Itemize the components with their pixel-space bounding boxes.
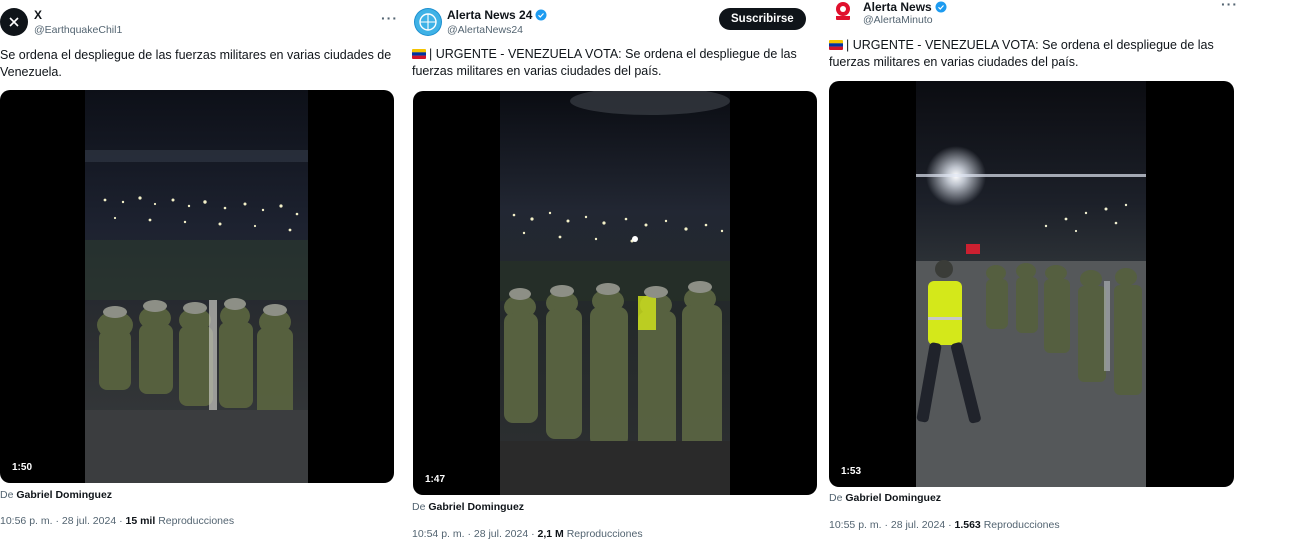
tweet-meta: 10:55 p. m. · 28 jul. 2024 · 1.563 Repro… bbox=[829, 519, 1060, 531]
video-duration: 1:47 bbox=[421, 472, 450, 487]
tweet-text: | URGENTE - VENEZUELA VOTA: Se ordena el… bbox=[829, 37, 1229, 71]
author-handle[interactable]: @AlertaMinuto bbox=[863, 14, 933, 26]
view-count: 15 mil bbox=[125, 515, 156, 527]
venezuela-flag-icon bbox=[829, 40, 843, 50]
attribution-author[interactable]: Gabriel Dominguez bbox=[16, 489, 112, 501]
avatar[interactable] bbox=[0, 8, 28, 36]
tweet-timestamp[interactable]: 10:56 p. m. · 28 jul. 2024 · bbox=[0, 515, 123, 527]
subscribe-button[interactable]: Suscribirse bbox=[719, 8, 806, 30]
view-label: Reproducciones bbox=[566, 528, 643, 540]
tweet-card-3: Alerta News @AlertaMinuto ··· | URGENTE … bbox=[824, 0, 1240, 552]
view-count: 2,1 M bbox=[537, 528, 564, 540]
tweet-header: Alerta News @AlertaMinuto ··· bbox=[824, 0, 1240, 40]
tweet-text: Se ordena el despliegue de las fuerzas m… bbox=[0, 48, 392, 79]
author-handle[interactable]: @EarthquakeChil1 bbox=[34, 24, 122, 36]
attribution-author[interactable]: Gabriel Dominguez bbox=[428, 501, 524, 513]
alerta-logo-icon bbox=[836, 2, 850, 20]
video-duration: 1:50 bbox=[8, 460, 37, 475]
attribution-prefix: De bbox=[0, 489, 14, 501]
venezuela-flag-icon bbox=[412, 49, 426, 59]
view-label: Reproducciones bbox=[158, 515, 235, 527]
author-handle[interactable]: @AlertaNews24 bbox=[447, 24, 523, 36]
avatar[interactable] bbox=[832, 0, 854, 22]
author-name[interactable]: Alerta News 24 bbox=[447, 8, 532, 22]
view-count: 1.563 bbox=[954, 519, 981, 531]
verified-badge-icon bbox=[535, 9, 547, 21]
video-frame bbox=[85, 90, 308, 483]
video-attribution: De Gabriel Dominguez bbox=[0, 489, 112, 501]
tweet-meta: 10:54 p. m. · 28 jul. 2024 · 2,1 M Repro… bbox=[412, 528, 643, 540]
tweet-card-2: Alerta News 24 @AlertaNews24 Suscribirse… bbox=[408, 0, 818, 552]
more-options-icon[interactable]: ··· bbox=[1221, 0, 1238, 11]
video-player[interactable]: 1:50 bbox=[0, 90, 394, 483]
tweet-card-1: X @EarthquakeChil1 ··· Se ordena el desp… bbox=[0, 0, 400, 552]
globe-logo-icon bbox=[415, 9, 441, 35]
attribution-prefix: De bbox=[412, 501, 426, 513]
attribution-author[interactable]: Gabriel Dominguez bbox=[845, 492, 941, 504]
video-duration: 1:53 bbox=[837, 464, 866, 479]
video-attribution: De Gabriel Dominguez bbox=[412, 501, 524, 513]
video-player[interactable]: 1:53 bbox=[829, 81, 1234, 487]
more-options-icon[interactable]: ··· bbox=[381, 11, 398, 25]
video-player[interactable]: 1:47 bbox=[413, 91, 817, 495]
video-thumbnail bbox=[85, 90, 308, 483]
tweet-meta: 10:56 p. m. · 28 jul. 2024 · 15 mil Repr… bbox=[0, 515, 234, 527]
tweet-text: | URGENTE - VENEZUELA VOTA: Se ordena el… bbox=[412, 46, 812, 80]
video-thumbnail bbox=[916, 81, 1146, 487]
view-label: Reproducciones bbox=[983, 519, 1060, 531]
tweet-text-body: | URGENTE - VENEZUELA VOTA: Se ordena el… bbox=[412, 47, 797, 78]
author-name[interactable]: X bbox=[34, 8, 42, 22]
tweet-timestamp[interactable]: 10:55 p. m. · 28 jul. 2024 · bbox=[829, 519, 952, 531]
video-frame bbox=[916, 81, 1146, 487]
attribution-prefix: De bbox=[829, 492, 843, 504]
video-frame bbox=[500, 91, 730, 495]
tweet-header: X @EarthquakeChil1 ··· bbox=[0, 8, 400, 48]
verified-badge-icon bbox=[935, 1, 947, 13]
tweet-text-body: | URGENTE - VENEZUELA VOTA: Se ordena el… bbox=[829, 38, 1214, 69]
video-thumbnail bbox=[500, 91, 730, 495]
tweet-header: Alerta News 24 @AlertaNews24 Suscribirse bbox=[408, 8, 818, 48]
author-name[interactable]: Alerta News bbox=[863, 0, 932, 14]
tweet-timestamp[interactable]: 10:54 p. m. · 28 jul. 2024 · bbox=[412, 528, 535, 540]
x-logo-icon bbox=[9, 17, 19, 27]
video-attribution: De Gabriel Dominguez bbox=[829, 492, 941, 504]
avatar[interactable] bbox=[414, 8, 442, 36]
